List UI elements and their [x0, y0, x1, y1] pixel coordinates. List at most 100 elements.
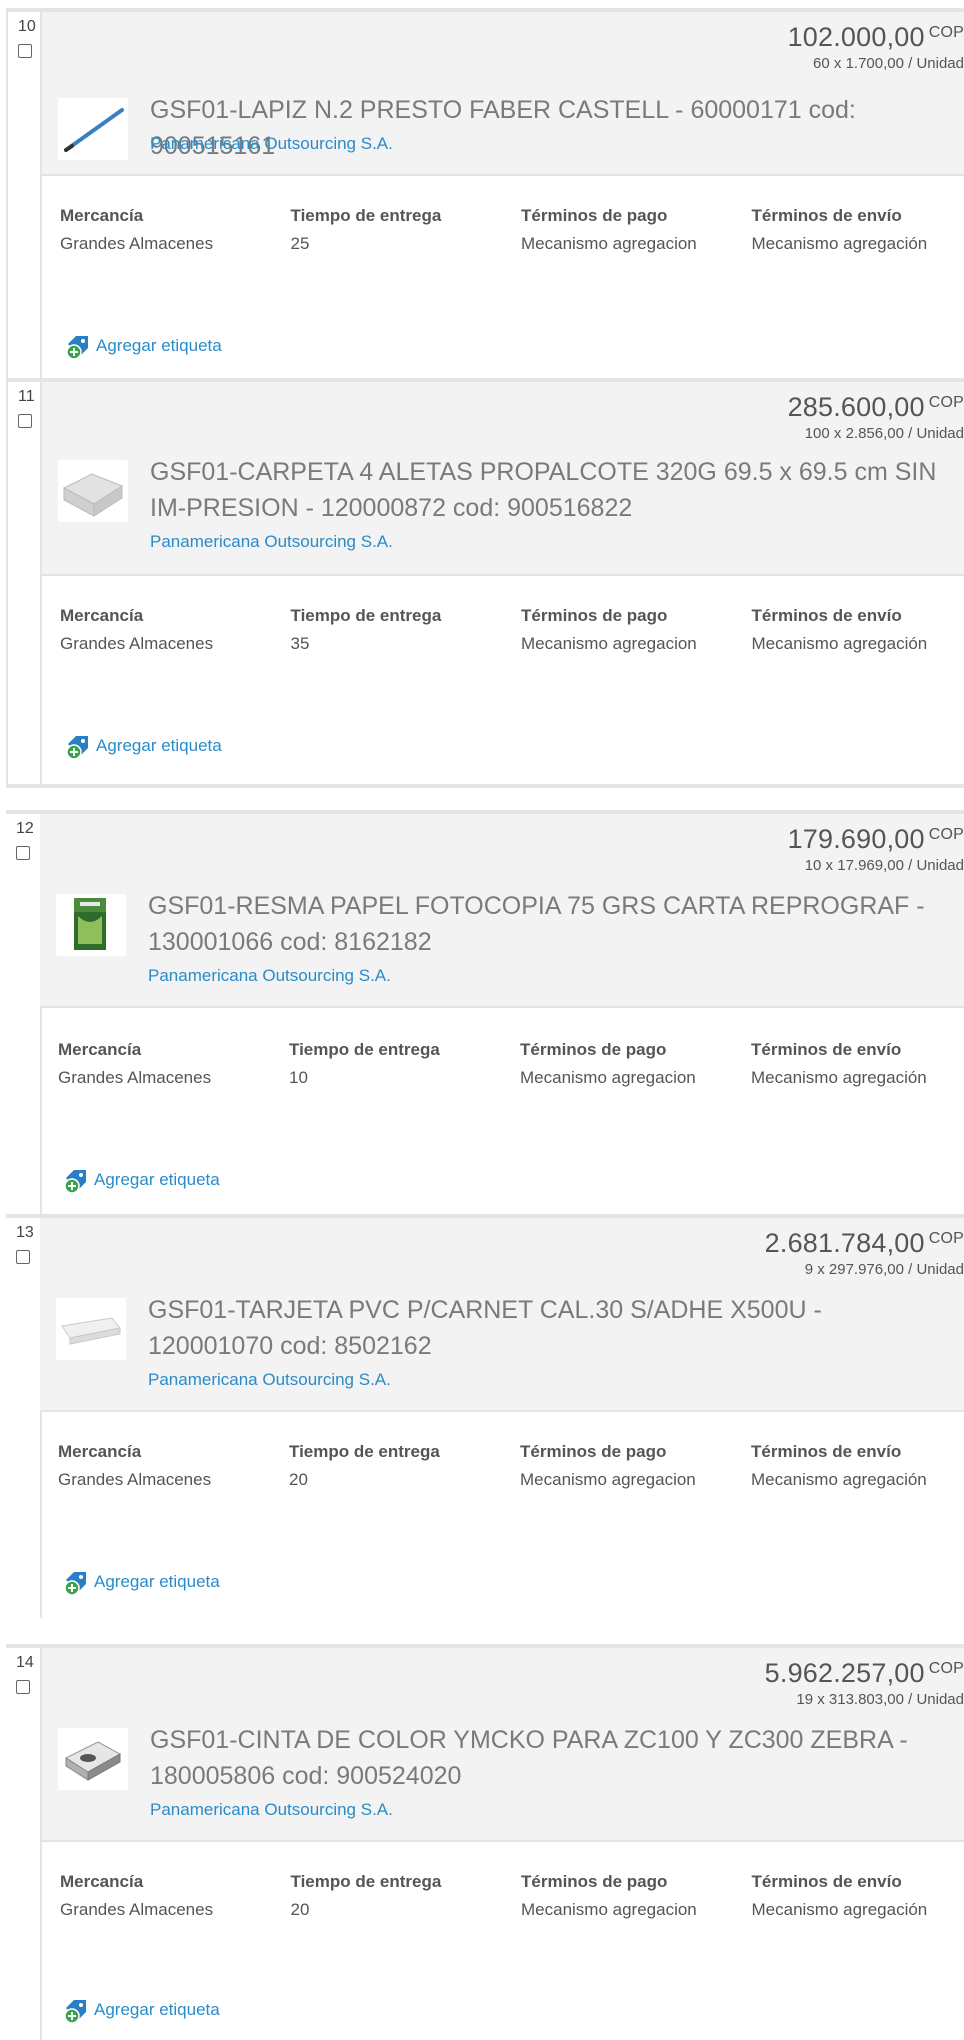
merchandise-value: Grandes Almacenes — [60, 234, 214, 253]
item-index: 10 — [18, 18, 36, 35]
delivery-value: 35 — [290, 634, 310, 653]
item-details: Mercancía Grandes Almacenes Tiempo de ent… — [40, 1442, 964, 1490]
pencil-icon — [58, 98, 128, 160]
item-index-column: 11 — [6, 382, 42, 784]
price-block: 5.962.257,00 COP 19 x 313.803,00 / Unidad — [765, 1658, 964, 1708]
unit-price: 19 x 313.803,00 / Unidad — [796, 1691, 964, 1708]
merchandise-label: Mercancía — [60, 1872, 144, 1891]
unit-price: 9 x 297.976,00 / Unidad — [804, 1261, 964, 1278]
currency-label: COP — [928, 394, 964, 411]
add-tag-button[interactable]: Agregar etiqueta — [62, 1166, 220, 1194]
payment-label: Términos de pago — [521, 606, 668, 625]
delivery-value: 20 — [290, 1900, 310, 1919]
shipping-label: Términos de envío — [751, 206, 902, 225]
delivery-label: Tiempo de entrega — [290, 1872, 442, 1891]
total-price: 2.681.784,00 COP — [764, 1228, 964, 1258]
vendor-link[interactable]: Panamericana Outsourcing S.A. — [148, 1370, 391, 1390]
delivery-value: 10 — [289, 1068, 308, 1087]
item-select-checkbox[interactable] — [16, 846, 30, 860]
payment-value: Mecanismo agregacion — [521, 234, 697, 253]
payment-label: Términos de pago — [520, 1442, 667, 1461]
item-select-checkbox[interactable] — [16, 1250, 30, 1264]
item-details: Mercancía Grandes Almacenes Tiempo de ent… — [42, 1872, 964, 1920]
price-block: 179.690,00 COP 10 x 17.969,00 / Unidad — [788, 824, 964, 874]
total-price: 5.962.257,00 COP — [764, 1658, 964, 1688]
item-select-checkbox[interactable] — [18, 44, 32, 58]
price-block: 285.600,00 COP 100 x 2.856,00 / Unidad — [788, 392, 964, 442]
shipping-value: Mecanismo agregación — [751, 634, 928, 653]
item-index-column: 12 — [6, 814, 42, 1220]
merchandise-value: Grandes Almacenes — [60, 634, 214, 653]
add-tag-button[interactable]: Agregar etiqueta — [64, 732, 222, 760]
vendor-link[interactable]: Panamericana Outsourcing S.A. — [150, 1800, 393, 1820]
item-index: 11 — [18, 388, 35, 405]
shipping-label: Términos de envío — [751, 1442, 902, 1461]
payment-value: Mecanismo agregacion — [520, 1470, 696, 1489]
add-tag-button[interactable]: Agregar etiqueta — [64, 332, 222, 360]
total-price: 179.690,00 COP — [787, 824, 964, 854]
delivery-label: Tiempo de entrega — [290, 206, 442, 225]
item-index-column: 14 — [6, 1648, 42, 2040]
delivery-label: Tiempo de entrega — [290, 606, 442, 625]
add-tag-button[interactable]: Agregar etiqueta — [62, 1996, 220, 2024]
folder-icon — [58, 460, 128, 522]
delivery-label: Tiempo de entrega — [289, 1442, 440, 1461]
tag-add-icon — [64, 1170, 86, 1194]
item-index: 14 — [16, 1654, 34, 1671]
shipping-label: Términos de envío — [751, 1040, 902, 1059]
item-details: Mercancía Grandes Almacenes Tiempo de ent… — [40, 1040, 964, 1088]
tag-add-icon — [66, 336, 88, 360]
currency-label: COP — [928, 1230, 964, 1247]
currency-label: COP — [928, 826, 964, 843]
price-block: 102.000,00 COP 60 x 1.700,00 / Unidad — [788, 22, 964, 72]
payment-value: Mecanismo agregacion — [521, 634, 697, 653]
price-block: 2.681.784,00 COP 9 x 297.976,00 / Unidad — [765, 1228, 964, 1278]
item-details: Mercancía Grandes Almacenes Tiempo de ent… — [42, 606, 964, 654]
ribbon-cartridge-icon — [58, 1728, 128, 1790]
order-item: 14 5.962.257,00 COP 19 x 313.803,00 / Uni… — [6, 1644, 964, 2040]
item-header: 179.690,00 COP 10 x 17.969,00 / Unidad GS… — [40, 814, 964, 1008]
tag-add-icon — [64, 2000, 86, 2024]
item-select-checkbox[interactable] — [16, 1680, 30, 1694]
order-item: 12 179.690,00 COP 10 x 17.969,00 / Unidad… — [6, 810, 964, 1220]
shipping-value: Mecanismo agregación — [751, 1900, 928, 1919]
add-tag-label: Agregar etiqueta — [96, 736, 222, 755]
shipping-value: Mecanismo agregación — [751, 1068, 927, 1087]
product-title: GSF01-TARJETA PVC P/CARNET CAL.30 S/ADHE… — [148, 1296, 822, 1360]
tag-add-icon — [64, 1572, 86, 1596]
delivery-value: 25 — [290, 234, 310, 253]
item-header: 2.681.784,00 COP 9 x 297.976,00 / Unidad … — [40, 1218, 964, 1412]
item-index: 13 — [16, 1224, 34, 1241]
product-title: GSF01-CINTA DE COLOR YMCKO PARA ZC100 Y … — [150, 1726, 908, 1790]
paper-ream-icon — [56, 894, 126, 956]
payment-value: Mecanismo agregacion — [521, 1900, 697, 1919]
delivery-label: Tiempo de entrega — [289, 1040, 440, 1059]
order-item: 10 102.000,00 COP 60 x 1.700,00 / Unidad … — [6, 8, 964, 384]
shipping-label: Términos de envío — [751, 1872, 902, 1891]
add-tag-button[interactable]: Agregar etiqueta — [62, 1568, 220, 1596]
currency-label: COP — [928, 24, 964, 41]
add-tag-label: Agregar etiqueta — [96, 336, 222, 355]
shipping-label: Términos de envío — [751, 606, 902, 625]
payment-label: Términos de pago — [520, 1040, 667, 1059]
shipping-value: Mecanismo agregación — [751, 1470, 927, 1489]
merchandise-label: Mercancía — [60, 606, 144, 625]
item-header: 102.000,00 COP 60 x 1.700,00 / Unidad GSF… — [42, 12, 964, 176]
item-header: 5.962.257,00 COP 19 x 313.803,00 / Unidad… — [42, 1648, 964, 1842]
payment-value: Mecanismo agregacion — [520, 1068, 696, 1087]
vendor-link[interactable]: Panamericana Outsourcing S.A. — [150, 532, 393, 552]
unit-price: 10 x 17.969,00 / Unidad — [804, 857, 964, 874]
item-index-column: 13 — [6, 1218, 42, 1618]
shipping-value: Mecanismo agregación — [751, 234, 928, 253]
total-price: 285.600,00 COP — [787, 392, 964, 422]
item-index-column: 10 — [6, 12, 42, 384]
item-header: 285.600,00 COP 100 x 2.856,00 / Unidad GS… — [42, 382, 964, 576]
tag-add-icon — [66, 736, 88, 760]
vendor-link[interactable]: Panamericana Outsourcing S.A. — [148, 966, 391, 986]
product-title: GSF01-RESMA PAPEL FOTOCOPIA 75 GRS CARTA… — [148, 892, 925, 956]
vendor-link[interactable]: Panamericana Outsourcing S.A. — [150, 134, 393, 154]
card-pack-icon — [56, 1298, 126, 1360]
merchandise-label: Mercancía — [60, 206, 144, 225]
merchandise-label: Mercancía — [58, 1442, 142, 1461]
item-select-checkbox[interactable] — [18, 414, 32, 428]
